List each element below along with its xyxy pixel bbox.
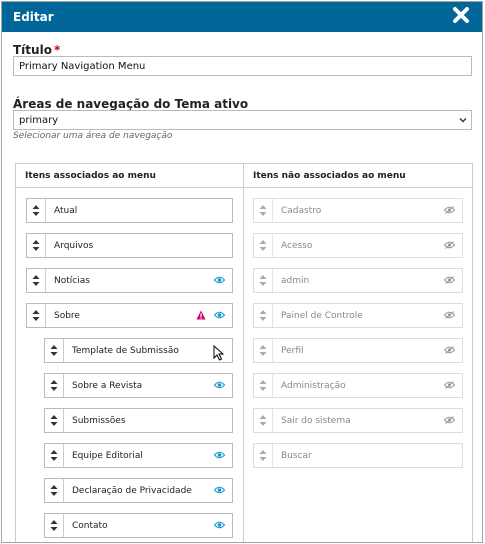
eye-hidden-icon[interactable] bbox=[443, 276, 456, 287]
menu-item-label: Sobre a Revista bbox=[72, 381, 143, 391]
unassigned-items-heading: Itens não associados ao menu bbox=[253, 171, 406, 181]
drag-handle-icon[interactable] bbox=[27, 304, 46, 327]
navigation-area-select[interactable]: primary bbox=[13, 110, 472, 130]
assigned-menu-item-arquivos[interactable]: Arquivos bbox=[26, 233, 233, 258]
menu-item-label: Buscar bbox=[281, 451, 312, 461]
menu-item-label: Equipe Editorial bbox=[72, 451, 143, 461]
eye-hidden-icon[interactable] bbox=[443, 311, 456, 322]
drag-handle-icon[interactable] bbox=[45, 444, 64, 467]
menu-item-label: Cadastro bbox=[281, 206, 322, 216]
mouse-cursor-icon bbox=[213, 344, 225, 366]
unassigned-menu-item-sair-do-sistema[interactable]: Sair do sistema bbox=[253, 408, 463, 433]
unassigned-heading-divider bbox=[244, 187, 473, 188]
eye-hidden-icon[interactable] bbox=[443, 416, 456, 427]
navigation-area-help: Selecionar uma área de navegação bbox=[13, 131, 173, 141]
drag-handle-icon[interactable] bbox=[254, 304, 273, 327]
drag-handle-icon[interactable] bbox=[254, 234, 273, 257]
warning-icon bbox=[196, 310, 206, 323]
assigned-menu-item-submissoes[interactable]: Submissões bbox=[44, 408, 233, 433]
assigned-menu-item-equipe-editorial[interactable]: Equipe Editorial bbox=[44, 443, 233, 468]
menu-item-label: Sair do sistema bbox=[281, 416, 351, 426]
eye-icon[interactable] bbox=[213, 311, 226, 322]
edit-menu-dialog: Editar Título * Primary Navigation Menu Á… bbox=[1, 1, 483, 543]
assigned-menu-item-sobre-a-revista[interactable]: Sobre a Revista bbox=[44, 373, 233, 398]
eye-hidden-icon[interactable] bbox=[443, 381, 456, 392]
eye-hidden-icon[interactable] bbox=[443, 346, 456, 357]
menu-item-label: Arquivos bbox=[54, 241, 94, 251]
eye-icon[interactable] bbox=[213, 276, 226, 287]
assigned-items-heading: Itens associados ao menu bbox=[25, 171, 156, 181]
drag-handle-icon[interactable] bbox=[45, 339, 64, 362]
assigned-menu-item-sobre[interactable]: Sobre bbox=[26, 303, 233, 328]
menu-item-label: Notícias bbox=[54, 276, 90, 286]
menu-item-label: Atual bbox=[54, 206, 78, 216]
drag-handle-icon[interactable] bbox=[254, 374, 273, 397]
dialog-title: Editar bbox=[13, 10, 54, 24]
drag-handle-icon[interactable] bbox=[254, 199, 273, 222]
drag-handle-icon[interactable] bbox=[27, 234, 46, 257]
eye-icon[interactable] bbox=[213, 486, 226, 497]
title-label-text: Título bbox=[13, 43, 52, 57]
close-icon[interactable] bbox=[452, 5, 470, 25]
required-mark: * bbox=[53, 43, 61, 57]
unassigned-menu-item-acesso[interactable]: Acesso bbox=[253, 233, 463, 258]
menu-item-label: Declaração de Privacidade bbox=[72, 486, 192, 496]
menu-item-label: Perfil bbox=[281, 346, 304, 356]
assigned-menu-item-noticias[interactable]: Notícias bbox=[26, 268, 233, 293]
drag-handle-icon[interactable] bbox=[45, 514, 64, 537]
unassigned-menu-item-perfil[interactable]: Perfil bbox=[253, 338, 463, 363]
unassigned-menu-item-cadastro[interactable]: Cadastro bbox=[253, 198, 463, 223]
navigation-area-value: primary bbox=[19, 115, 59, 126]
navigation-area-label: Áreas de navegação do Tema ativo bbox=[13, 97, 249, 111]
menu-item-label: Administração bbox=[281, 381, 346, 391]
drag-handle-icon[interactable] bbox=[45, 479, 64, 502]
eye-icon[interactable] bbox=[213, 381, 226, 392]
drag-handle-icon[interactable] bbox=[45, 374, 64, 397]
assigned-menu-item-contato[interactable]: Contato bbox=[44, 513, 233, 538]
title-input[interactable]: Primary Navigation Menu bbox=[13, 56, 472, 76]
title-field-label: Título * bbox=[13, 43, 60, 57]
drag-handle-icon[interactable] bbox=[254, 269, 273, 292]
chevron-down-icon bbox=[459, 116, 467, 124]
title-input-value: Primary Navigation Menu bbox=[19, 61, 146, 72]
eye-hidden-icon[interactable] bbox=[443, 206, 456, 217]
unassigned-menu-item-admin[interactable]: admin bbox=[253, 268, 463, 293]
menu-item-label: Contato bbox=[72, 521, 108, 531]
unassigned-menu-item-buscar[interactable]: Buscar bbox=[253, 443, 463, 468]
assigned-heading-divider bbox=[16, 187, 243, 188]
drag-handle-icon[interactable] bbox=[27, 199, 46, 222]
drag-handle-icon[interactable] bbox=[254, 339, 273, 362]
assigned-menu-item-declaracao-de-privacidade[interactable]: Declaração de Privacidade bbox=[44, 478, 233, 503]
menu-item-label: Sobre bbox=[54, 311, 80, 321]
unassigned-menu-item-painel-de-controle[interactable]: Painel de Controle bbox=[253, 303, 463, 328]
assigned-menu-item-atual[interactable]: Atual bbox=[26, 198, 233, 223]
column-divider bbox=[243, 164, 244, 542]
unassigned-menu-item-administracao[interactable]: Administração bbox=[253, 373, 463, 398]
menu-item-label: Submissões bbox=[72, 416, 126, 426]
drag-handle-icon[interactable] bbox=[27, 269, 46, 292]
menu-item-label: Painel de Controle bbox=[281, 311, 363, 321]
menu-item-label: Template de Submissão bbox=[72, 346, 179, 356]
menu-item-label: admin bbox=[281, 276, 310, 286]
eye-icon[interactable] bbox=[213, 521, 226, 532]
drag-handle-icon[interactable] bbox=[254, 444, 273, 467]
dialog-header: Editar bbox=[2, 2, 482, 32]
eye-hidden-icon[interactable] bbox=[443, 241, 456, 252]
assigned-menu-item-template-de-submissao[interactable]: Template de Submissão bbox=[44, 338, 233, 363]
eye-icon[interactable] bbox=[213, 451, 226, 462]
drag-handle-icon[interactable] bbox=[45, 409, 64, 432]
drag-handle-icon[interactable] bbox=[254, 409, 273, 432]
menu-item-label: Acesso bbox=[281, 241, 313, 251]
